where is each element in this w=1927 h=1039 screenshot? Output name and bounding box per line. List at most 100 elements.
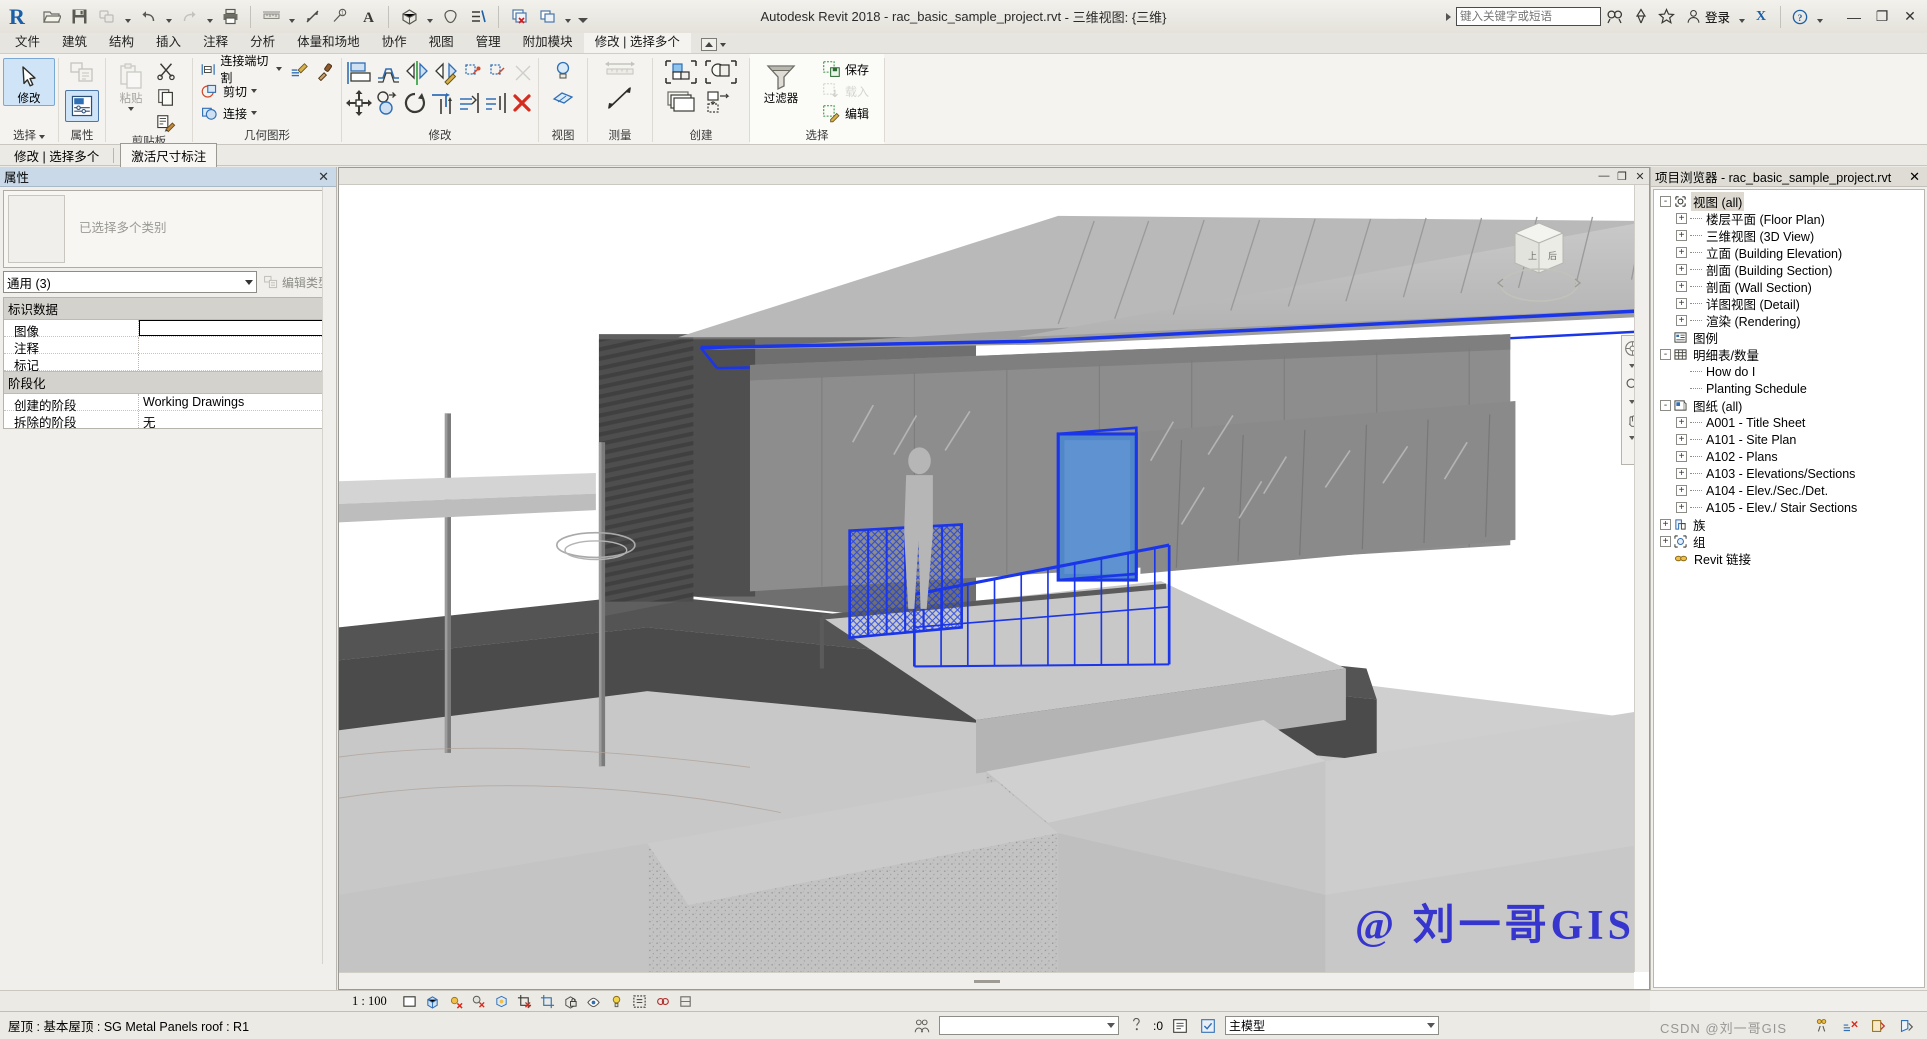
editing-request-icon[interactable]: [1125, 1016, 1147, 1036]
print-icon[interactable]: [217, 4, 243, 30]
temporary-hide-isolate-icon[interactable]: [584, 992, 604, 1010]
create-part-icon[interactable]: [701, 57, 741, 87]
project-browser-tree[interactable]: - 视图 (all) + 楼层平面 (Floor Plan) + 三维视图 (3D Vie…: [1653, 189, 1925, 988]
expand-node-icon[interactable]: +: [1676, 281, 1687, 292]
constraints-icon[interactable]: [676, 992, 696, 1010]
expand-node-icon[interactable]: +: [1676, 417, 1687, 428]
demolish-icon[interactable]: [286, 58, 312, 84]
collapse-node-icon[interactable]: -: [1660, 400, 1671, 411]
cope-caret-icon[interactable]: [276, 67, 282, 71]
text-icon[interactable]: A: [355, 4, 381, 30]
ribbon-tab-massing-site[interactable]: 体量和场地: [286, 33, 371, 53]
filter-button[interactable]: 过滤器: [753, 58, 809, 106]
match-type-icon[interactable]: [153, 110, 179, 136]
help-caret-icon[interactable]: [1814, 4, 1825, 30]
design-option-chevron-icon[interactable]: [1427, 1023, 1435, 1028]
property-row-comments[interactable]: 注释: [4, 337, 332, 356]
expand-node-icon[interactable]: +: [1676, 213, 1687, 224]
ribbon-tab-collaborate[interactable]: 协作: [371, 33, 418, 53]
ribbon-state-icon[interactable]: [700, 38, 717, 51]
open-icon[interactable]: [38, 4, 64, 30]
measure-between-refs-icon[interactable]: [601, 57, 639, 83]
autodesk-app-store-icon[interactable]: [1629, 4, 1653, 30]
properties-scrollbar[interactable]: [322, 187, 336, 964]
browser-node[interactable]: + 组: [1654, 533, 1924, 550]
temporary-view-properties-icon[interactable]: [630, 992, 650, 1010]
chevron-down-icon[interactable]: [244, 279, 253, 285]
detail-level-icon[interactable]: [400, 992, 420, 1010]
ribbon-tab-view[interactable]: 视图: [418, 33, 465, 53]
create-assembly-icon[interactable]: [701, 87, 741, 117]
delete-icon[interactable]: [509, 89, 535, 117]
browser-node[interactable]: How do I: [1654, 363, 1924, 380]
expand-node-icon[interactable]: +: [1676, 468, 1687, 479]
ribbon-tab-modify-multi-select[interactable]: 修改 | 选择多个: [583, 33, 691, 53]
browser-node[interactable]: + 立面 (Building Elevation): [1654, 244, 1924, 261]
create-similar-icon[interactable]: [661, 57, 701, 87]
join-geometry-button[interactable]: 连接: [196, 102, 286, 124]
ribbon-tab-addins[interactable]: 附加模块: [512, 33, 584, 53]
array-icon[interactable]: [483, 89, 509, 117]
lock-3d-view-icon[interactable]: [561, 992, 581, 1010]
measure-icon[interactable]: [258, 4, 284, 30]
view-scale-label[interactable]: 1 : 100: [344, 994, 397, 1009]
show-crop-region-icon[interactable]: [538, 992, 558, 1010]
undo-icon[interactable]: [135, 4, 161, 30]
expand-node-icon[interactable]: +: [1676, 230, 1687, 241]
ribbon-state-caret-icon[interactable]: [719, 42, 726, 47]
close-button[interactable]: ✕: [1897, 4, 1923, 30]
view-visibility-icon[interactable]: [548, 84, 578, 110]
view-dropdown-caret-icon[interactable]: [424, 4, 435, 30]
expand-node-icon[interactable]: +: [1676, 451, 1687, 462]
project-browser-close-icon[interactable]: ✕: [1906, 169, 1923, 185]
browser-node[interactable]: + A102 - Plans: [1654, 448, 1924, 465]
select-underlay-icon[interactable]: [1895, 1016, 1917, 1036]
ribbon-tab-manage[interactable]: 管理: [465, 33, 512, 53]
design-options-icon[interactable]: [1169, 1016, 1191, 1036]
default-3d-view-icon[interactable]: [396, 4, 422, 30]
shadows-icon[interactable]: [469, 992, 489, 1010]
modify-button[interactable]: 修改: [3, 58, 55, 106]
property-value-phase-demolished[interactable]: 无: [139, 411, 332, 430]
browser-node[interactable]: + A105 - Elev./ Stair Sections: [1654, 499, 1924, 516]
property-row-mark[interactable]: 标记: [4, 354, 332, 373]
sun-path-icon[interactable]: [446, 992, 466, 1010]
undo-dropdown-caret-icon[interactable]: [163, 4, 174, 30]
browser-node[interactable]: + 剖面 (Wall Section): [1654, 278, 1924, 295]
browser-node[interactable]: - 图纸 (all): [1654, 397, 1924, 414]
load-selection-button[interactable]: 载入: [818, 80, 873, 102]
sync-icon[interactable]: [94, 4, 120, 30]
browser-node[interactable]: Revit 链接: [1654, 550, 1924, 567]
workset-chevron-icon[interactable]: [1106, 1023, 1115, 1028]
ribbon-tab-file[interactable]: 文件: [4, 33, 51, 53]
panel-select-caret-icon[interactable]: [39, 134, 45, 139]
measure-along-element-icon[interactable]: [601, 83, 639, 113]
section-icon[interactable]: [437, 4, 463, 30]
paste-button[interactable]: 粘贴: [109, 58, 153, 112]
sync-dropdown-caret-icon[interactable]: [122, 4, 133, 30]
tag-icon[interactable]: 1: [327, 4, 353, 30]
move-icon[interactable]: [345, 88, 373, 118]
exclude-options-icon[interactable]: [1839, 1016, 1861, 1036]
rotate-icon[interactable]: [401, 88, 429, 118]
view-cube[interactable]: 上 后: [1491, 207, 1587, 303]
drawing-area[interactable]: — ❐ ✕ 上 后 @ 刘一哥GIS: [338, 167, 1650, 990]
view-close-button[interactable]: ✕: [1631, 169, 1649, 184]
browser-node[interactable]: + A103 - Elevations/Sections: [1654, 465, 1924, 482]
minimize-button[interactable]: —: [1841, 4, 1867, 30]
property-value-mark[interactable]: [139, 354, 332, 370]
trim-extend-icon[interactable]: [429, 88, 457, 118]
expand-node-icon[interactable]: +: [1676, 502, 1687, 513]
browser-node[interactable]: + 剖面 (Building Section): [1654, 261, 1924, 278]
light-bulb-icon[interactable]: [548, 58, 578, 84]
view-hscroll-thumb[interactable]: [973, 979, 1000, 983]
unpin-icon[interactable]: [485, 60, 510, 86]
save-icon[interactable]: [66, 4, 92, 30]
browser-node[interactable]: + 三维视图 (3D View): [1654, 227, 1924, 244]
create-group-icon[interactable]: [661, 87, 701, 117]
view-horizontal-scrollbar[interactable]: [339, 972, 1634, 989]
pin-icon[interactable]: [460, 60, 485, 86]
measure-dropdown-caret-icon[interactable]: [286, 4, 297, 30]
align-icon[interactable]: [345, 58, 374, 88]
customize-qat-icon[interactable]: [575, 4, 591, 30]
